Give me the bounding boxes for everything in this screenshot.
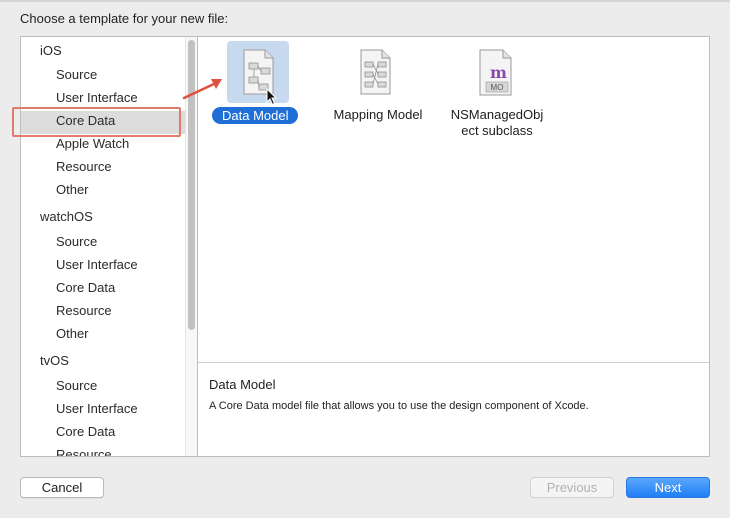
annotation-highlight-box: [12, 107, 181, 137]
template-managed-object-subclass[interactable]: m: [466, 41, 528, 103]
sidebar-item-tvos-core-data[interactable]: Core Data: [56, 422, 115, 442]
sidebar-item-ios-resource[interactable]: Resource: [56, 157, 112, 177]
sidebar-item-watchos-resource[interactable]: Resource: [56, 301, 112, 321]
template-data-model-label-wrap[interactable]: Data Model: [212, 107, 302, 125]
sidebar-item-watchos-core-data[interactable]: Core Data: [56, 278, 115, 298]
sidebar-item-ios-user-interface[interactable]: User Interface: [56, 88, 138, 108]
svg-text:m: m: [490, 63, 507, 82]
template-data-model-selection: [227, 41, 289, 103]
sidebar-platform-tvos: tvOS: [40, 353, 69, 368]
sidebar-item-watchos-other[interactable]: Other: [56, 324, 89, 344]
sidebar-item-ios-apple-watch[interactable]: Apple Watch: [56, 134, 129, 154]
template-mapping-model[interactable]: [344, 41, 406, 103]
sidebar-item-watchos-user-interface[interactable]: User Interface: [56, 255, 138, 275]
sidebar-item-tvos-source[interactable]: Source: [56, 376, 97, 396]
managed-object-icon: m: [479, 49, 512, 96]
sidebar-item-tvos-resource[interactable]: Resource: [56, 445, 112, 456]
sidebar-platform-ios: iOS: [40, 43, 62, 58]
dialog-prompt: Choose a template for your new file:: [20, 11, 229, 26]
template-mapping-model-label: Mapping Model: [333, 107, 423, 122]
cancel-button[interactable]: Cancel: [20, 477, 104, 498]
window-top-border: [0, 0, 730, 2]
template-mapping-model-label-wrap[interactable]: Mapping Model: [328, 107, 428, 125]
next-button[interactable]: Next: [626, 477, 710, 498]
sidebar-item-tvos-user-interface[interactable]: User Interface: [56, 399, 138, 419]
sidebar-item-ios-source[interactable]: Source: [56, 65, 97, 85]
managed-object-icon-badge: MO: [490, 83, 504, 92]
sidebar-platform-watchos: watchOS: [40, 209, 93, 224]
template-managed-object-label-wrap[interactable]: NSManagedObj ect subclass: [441, 107, 553, 143]
mapping-model-icon: [360, 49, 391, 95]
mouse-cursor-icon: [266, 88, 278, 106]
annotation-arrow-icon: [182, 79, 222, 100]
previous-button[interactable]: Previous: [530, 477, 614, 498]
description-title: Data Model: [209, 377, 276, 392]
sidebar-item-watchos-source[interactable]: Source: [56, 232, 97, 252]
template-data-model-label: Data Model: [212, 107, 299, 124]
template-category-sidebar[interactable]: iOS Source User Interface Core Data Appl…: [20, 36, 197, 457]
template-managed-object-label-line2: ect subclass: [461, 123, 533, 138]
sidebar-item-ios-other[interactable]: Other: [56, 180, 89, 200]
data-model-icon: [243, 49, 274, 95]
template-description-panel: Data Model A Core Data model file that a…: [198, 362, 709, 456]
template-managed-object-label-line1: NSManagedObj: [450, 107, 544, 122]
description-text: A Core Data model file that allows you t…: [209, 400, 589, 412]
